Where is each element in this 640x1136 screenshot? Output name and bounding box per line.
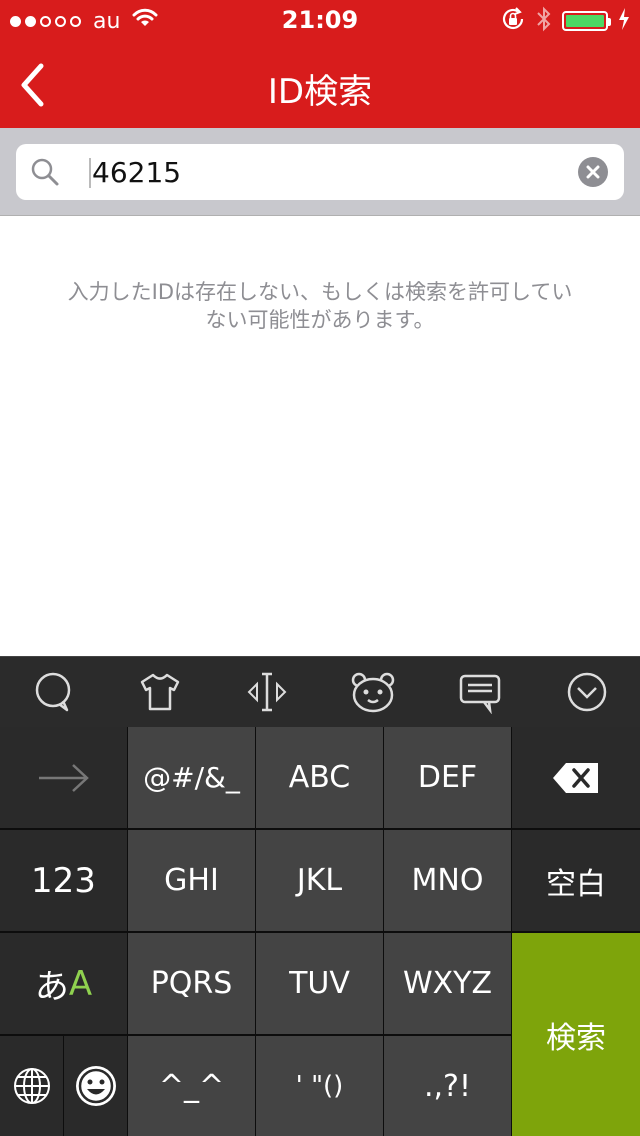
bluetooth-icon xyxy=(536,6,552,36)
backspace-icon xyxy=(553,762,598,793)
key-symbols[interactable]: @#/&_ xyxy=(128,727,255,828)
bear-face-icon[interactable] xyxy=(320,657,427,727)
key-def[interactable]: DEF xyxy=(384,727,511,828)
text-cursor xyxy=(89,158,91,188)
message-icon[interactable] xyxy=(427,657,534,727)
status-right xyxy=(500,6,630,36)
close-icon xyxy=(586,165,600,179)
search-value: 46215 xyxy=(92,156,182,189)
keyboard-toolbar xyxy=(0,656,640,727)
navigation-bar: ID検索 xyxy=(0,40,640,128)
kana-mode-label: あ xyxy=(34,967,69,1007)
search-icon xyxy=(30,157,60,191)
clear-button[interactable] xyxy=(578,157,608,187)
search-input[interactable]: 46215 xyxy=(16,144,624,200)
emoji-key[interactable] xyxy=(64,1036,127,1136)
key-punctuation[interactable]: .,?! xyxy=(384,1036,511,1136)
cursor-move-icon[interactable] xyxy=(213,657,320,727)
message-line-2: ない可能性があります。 xyxy=(205,308,435,332)
key-tuv[interactable]: TUV xyxy=(256,933,383,1034)
speech-bubble-icon[interactable] xyxy=(0,657,107,727)
search-bar-container: 46215 xyxy=(0,128,640,216)
globe-key[interactable] xyxy=(0,1036,63,1136)
delete-key[interactable] xyxy=(512,727,640,828)
status-bar: au 21:09 xyxy=(0,0,640,40)
key-face[interactable]: ^_^ xyxy=(128,1036,255,1136)
not-found-message: 入力したIDは存在しない、もしくは検索を許可してい ない可能性があります。 xyxy=(40,278,600,334)
key-pqrs[interactable]: PQRS xyxy=(128,933,255,1034)
arrow-right-icon xyxy=(38,763,89,792)
keyboard: @#/&_ ABC DEF 123 GHI JKL MNO 空白 あA PQRS… xyxy=(0,727,640,1136)
alpha-mode-label: A xyxy=(68,963,93,1004)
next-key[interactable] xyxy=(0,727,127,828)
key-quotes[interactable]: ' "() xyxy=(256,1036,383,1136)
battery-indicator xyxy=(562,11,611,31)
page-title: ID検索 xyxy=(267,72,373,112)
key-wxyz[interactable]: WXYZ xyxy=(384,933,511,1034)
space-key[interactable]: 空白 xyxy=(512,830,640,931)
charging-icon xyxy=(618,8,630,34)
dismiss-keyboard-icon[interactable] xyxy=(533,657,640,727)
key-mno[interactable]: MNO xyxy=(384,830,511,931)
key-abc[interactable]: ABC xyxy=(256,727,383,828)
key-jkl[interactable]: JKL xyxy=(256,830,383,931)
key-ghi[interactable]: GHI xyxy=(128,830,255,931)
tshirt-icon[interactable] xyxy=(107,657,214,727)
key-numbers[interactable]: 123 xyxy=(0,830,127,931)
message-line-1: 入力したIDは存在しない、もしくは検索を許可してい xyxy=(67,280,573,304)
smiley-icon xyxy=(75,1066,116,1106)
globe-icon xyxy=(13,1068,50,1104)
input-mode-key[interactable]: あA xyxy=(0,933,127,1034)
battery-fill xyxy=(566,15,604,27)
rotation-lock-icon xyxy=(500,6,526,36)
search-key[interactable]: 検索 xyxy=(512,933,640,1136)
